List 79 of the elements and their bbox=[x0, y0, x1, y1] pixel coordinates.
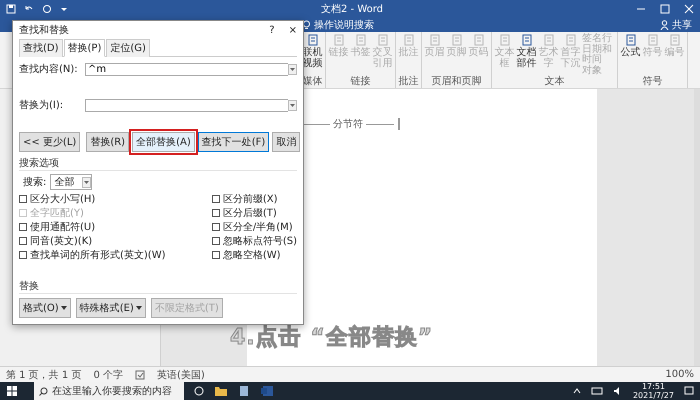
network-icon[interactable] bbox=[590, 386, 603, 396]
checkbox[interactable] bbox=[212, 250, 220, 258]
group-label: 批注 bbox=[398, 76, 419, 88]
checkbox[interactable] bbox=[19, 194, 27, 202]
group-label: 文本 bbox=[544, 76, 566, 88]
format-button[interactable]: 特殊格式(E) bbox=[76, 298, 146, 318]
dialog-button[interactable]: 全部替换(A) bbox=[132, 132, 195, 152]
find-field[interactable]: ^m bbox=[85, 62, 288, 76]
section-title: 搜索选项 bbox=[19, 156, 297, 171]
caret-icon[interactable] bbox=[60, 5, 68, 13]
search-box[interactable]: 操作说明搜索 bbox=[314, 18, 374, 32]
checkbox-label: 查找单词的所有形式(英文)(W) bbox=[30, 248, 166, 262]
page-icon[interactable] bbox=[624, 34, 636, 46]
dialog-button[interactable]: 查找下一处(F) bbox=[198, 132, 270, 152]
document-icon[interactable] bbox=[238, 385, 250, 397]
checkbox-label: 区分大小写(H) bbox=[30, 192, 96, 206]
group-label: 页眉和页脚 bbox=[430, 76, 482, 88]
field-label: 替换为(I): bbox=[19, 98, 64, 112]
ribbon-button[interactable]: 文档部件 bbox=[516, 34, 537, 76]
window-title: 文档2 - Word bbox=[320, 2, 384, 16]
section-break-label: 分节符 bbox=[333, 118, 363, 131]
checkbox[interactable] bbox=[212, 236, 220, 244]
dialog-tab[interactable]: 定位(G) bbox=[106, 39, 150, 57]
lightbulb-icon[interactable] bbox=[302, 20, 311, 30]
zoom-level[interactable]: 100% bbox=[665, 369, 694, 380]
notification-icon[interactable] bbox=[684, 386, 694, 396]
dialog-tab[interactable]: 查找(D) bbox=[19, 39, 63, 57]
checkbox[interactable] bbox=[212, 208, 220, 216]
page-icon[interactable] bbox=[306, 34, 318, 46]
page-icon[interactable] bbox=[520, 34, 532, 46]
scroll-bar[interactable] bbox=[694, 89, 700, 366]
search-icon bbox=[39, 386, 48, 396]
checkbox[interactable] bbox=[19, 236, 27, 244]
status-text: 第 1 页，共 1 页 bbox=[6, 368, 82, 382]
replace-field[interactable] bbox=[85, 98, 288, 112]
group-label: 符号 bbox=[642, 76, 664, 88]
checkbox-label: 使用通配符(U) bbox=[30, 220, 96, 234]
checkbox[interactable] bbox=[212, 194, 220, 202]
field-label: 搜索: bbox=[23, 176, 46, 189]
checkbox[interactable] bbox=[19, 250, 27, 258]
dialog-title: 查找和替换 bbox=[19, 24, 70, 37]
dialog-button[interactable]: 替换(R) bbox=[86, 132, 130, 152]
format-button[interactable]: 格式(O) bbox=[19, 298, 71, 318]
caret-up-icon[interactable] bbox=[572, 387, 581, 395]
cursor-icon bbox=[397, 118, 401, 130]
help-button[interactable]: ? bbox=[269, 24, 275, 36]
dialog-tab[interactable]: 替换(P) bbox=[64, 39, 106, 57]
checkbox-label: 同音(英文)(K) bbox=[30, 234, 92, 248]
ribbon-button[interactable]: 公式 bbox=[620, 34, 641, 76]
close-button[interactable]: × bbox=[288, 24, 297, 36]
folder-icon[interactable] bbox=[214, 385, 228, 397]
close-icon[interactable] bbox=[684, 4, 694, 14]
dialog-button[interactable]: 取消 bbox=[272, 132, 300, 152]
field-label: 查找内容(N): bbox=[19, 62, 79, 76]
caret-icon bbox=[60, 305, 67, 311]
person-icon[interactable] bbox=[660, 20, 669, 30]
status-text: 英语(美国) bbox=[157, 368, 205, 382]
checkbox-label: 忽略空格(W) bbox=[222, 248, 281, 262]
checkbox[interactable] bbox=[212, 222, 220, 230]
share-button[interactable]: 共享 bbox=[672, 18, 692, 32]
checkbox-label: 区分前缀(X) bbox=[222, 192, 278, 206]
save-icon[interactable] bbox=[6, 4, 16, 14]
caret-icon bbox=[136, 305, 142, 311]
status-text: 0 个字 bbox=[93, 368, 123, 382]
circle-icon[interactable] bbox=[194, 386, 204, 396]
dialog-button[interactable]: << 更少(L) bbox=[19, 132, 80, 152]
checkbox-label: 区分后缀(T) bbox=[222, 206, 277, 220]
subtitle-caption: 4.点击 “全部替换” bbox=[230, 324, 434, 352]
checkbox[interactable] bbox=[19, 222, 27, 230]
proofing-icon[interactable] bbox=[135, 370, 145, 380]
clock-time: 17:51 bbox=[642, 382, 666, 391]
checkbox-label: 忽略标点符号(S) bbox=[222, 234, 297, 248]
maximize-icon[interactable] bbox=[660, 4, 670, 14]
search-dropdown[interactable]: 全部 bbox=[50, 174, 92, 190]
checkbox-label: 全字匹配(Y) bbox=[30, 206, 84, 220]
section-title: 替换 bbox=[19, 279, 297, 294]
group-label: 链接 bbox=[350, 76, 372, 88]
checkbox-label: 区分全/半角(M) bbox=[222, 220, 293, 234]
clock-date: 2021/7/27 bbox=[632, 391, 674, 400]
